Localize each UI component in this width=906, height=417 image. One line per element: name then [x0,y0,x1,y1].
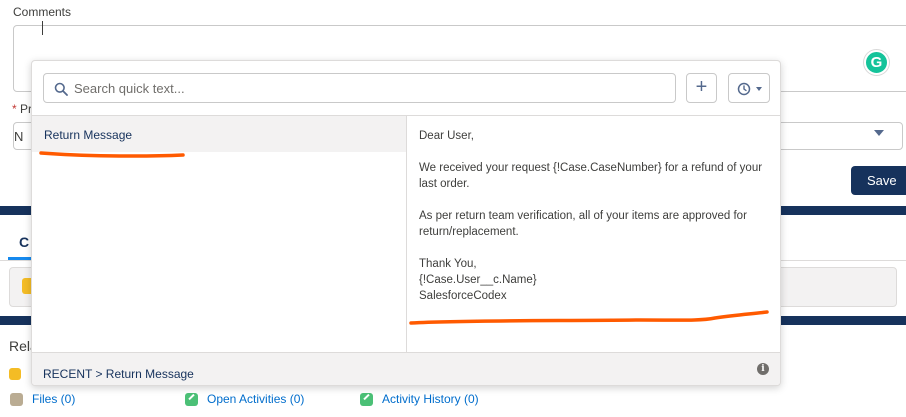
preview-line: We received your request {!Case.CaseNumb… [419,162,763,174]
activity-icon [360,392,373,406]
quick-text-footer: RECENT > Return Message i [32,352,780,385]
required-marker: * [12,102,17,116]
chevron-down-icon [756,87,762,91]
files-link[interactable]: Files (0) [10,392,75,406]
tab-active[interactable]: C [19,234,29,250]
comments-label: Comments [13,5,72,19]
activity-history-link[interactable]: Activity History (0) [360,392,479,406]
preview-line: As per return team verification, all of … [419,210,747,222]
quick-text-list: Return Message [32,116,407,352]
info-icon[interactable]: i [757,363,769,375]
add-quick-text-button[interactable]: + [686,73,717,103]
related-list-icon [9,368,21,380]
quick-text-search[interactable] [43,73,676,103]
quick-text-preview: Dear User, We received your request {!Ca… [408,116,780,352]
related-links-row: Files (0) Open Activities (0) Activity H… [0,392,906,412]
files-link-label[interactable]: Files (0) [32,392,75,406]
priority-value: N [14,129,24,144]
open-activities-link[interactable]: Open Activities (0) [185,392,304,406]
activity-history-label[interactable]: Activity History (0) [382,392,479,406]
quick-text-item-label: Return Message [44,128,133,142]
search-input[interactable] [74,78,664,98]
search-icon [54,82,68,96]
open-activities-label[interactable]: Open Activities (0) [207,392,304,406]
files-icon [10,392,23,406]
quick-text-item[interactable]: Return Message [32,116,406,152]
preview-line: return/replacement. [419,226,519,238]
chevron-down-icon[interactable] [874,130,884,136]
breadcrumb[interactable]: RECENT > Return Message [43,367,194,381]
preview-line: {!Case.User__c.Name} [419,274,537,286]
preview-line: SalesforceCodex [419,290,507,302]
recent-menu-button[interactable] [728,73,770,103]
priority-label: * Pr [12,102,32,116]
save-button[interactable]: Save [851,166,906,195]
activity-icon [185,392,198,406]
grammarly-icon[interactable]: G [864,50,889,75]
quick-text-popover: + Return Message Dear User, We received … [31,60,781,386]
preview-line: Dear User, [419,130,474,142]
text-cursor [42,21,43,35]
preview-line: Thank You, [419,258,477,270]
preview-line: last order. [419,178,470,190]
clock-icon [737,82,751,96]
